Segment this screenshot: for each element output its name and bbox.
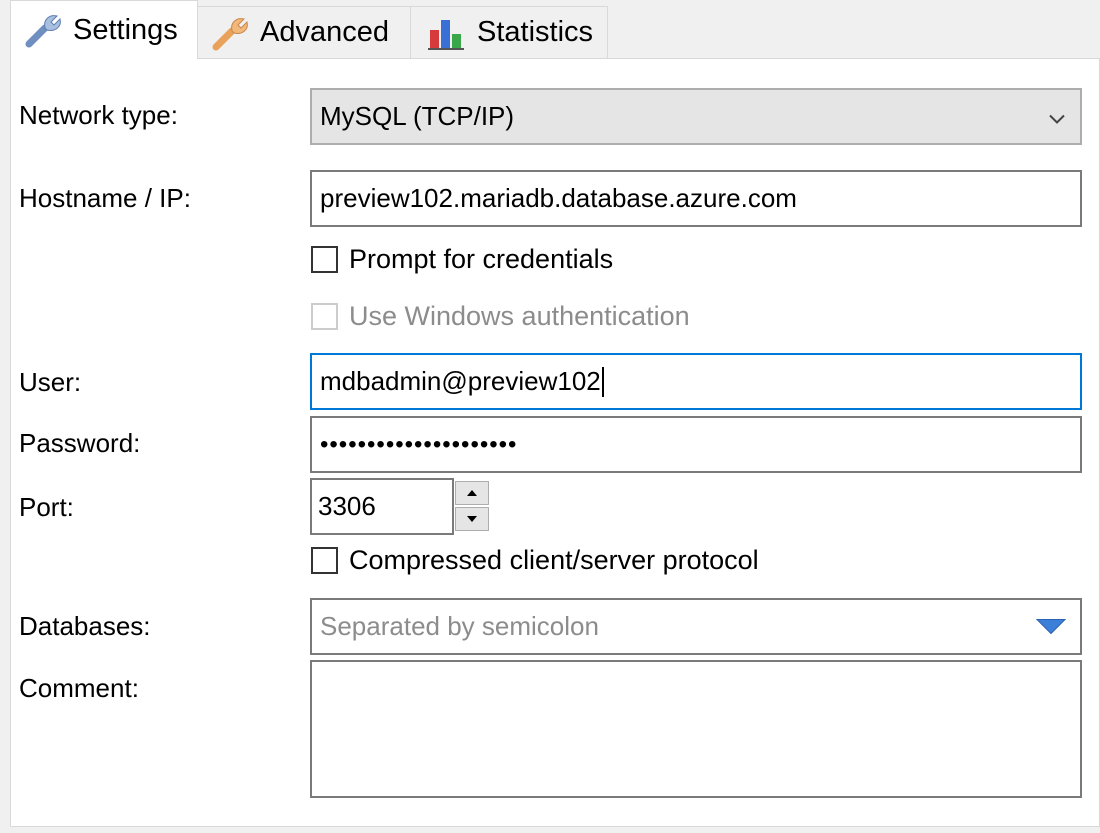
network-type-value: MySQL (TCP/IP) [320,101,515,131]
password-label: Password: [19,428,141,458]
text-caret [601,366,604,397]
bar-chart-icon [425,11,469,55]
password-input[interactable]: ••••••••••••••••••••• [310,416,1082,473]
arrow-up-icon [467,490,477,496]
user-value: mdbadmin@preview102 [320,366,601,396]
compressed-protocol-box[interactable] [311,547,338,574]
port-stepper[interactable] [455,481,489,531]
port-label: Port: [19,492,74,522]
tab-strip: Advanced Statistics Settings [0,0,1100,60]
port-input[interactable]: 3306 [310,478,454,535]
comment-label: Comment: [19,673,139,703]
databases-label: Databases: [19,611,151,641]
prompt-credentials-box[interactable] [311,246,338,273]
databases-placeholder: Separated by semicolon [320,611,599,641]
tab-advanced-label: Advanced [260,16,389,48]
prompt-credentials-checkbox[interactable]: Prompt for credentials [311,244,613,275]
dropdown-arrow-icon[interactable] [1035,611,1067,642]
compressed-protocol-label: Compressed client/server protocol [349,545,759,575]
tab-advanced[interactable]: Advanced [197,6,411,58]
hostname-value: preview102.mariadb.database.azure.com [320,183,797,213]
prompt-credentials-label: Prompt for credentials [349,244,614,274]
network-type-select[interactable]: MySQL (TCP/IP) [310,88,1082,145]
password-value: ••••••••••••••••••••• [320,430,518,458]
tab-statistics-label: Statistics [477,16,594,48]
hostname-input[interactable]: preview102.mariadb.database.azure.com [310,170,1082,227]
chevron-down-icon [1048,101,1066,132]
tab-settings-label: Settings [73,13,178,46]
port-decrement-button[interactable] [455,507,489,531]
wrench-orange-icon [208,11,252,55]
user-input[interactable]: mdbadmin@preview102 [310,353,1082,410]
tab-statistics[interactable]: Statistics [410,6,608,58]
hostname-label: Hostname / IP: [19,183,191,213]
windows-auth-checkbox: Use Windows authentication [311,301,690,332]
databases-input[interactable]: Separated by semicolon [310,598,1082,655]
tab-settings[interactable]: Settings [10,0,198,59]
port-value: 3306 [318,491,376,521]
compressed-protocol-checkbox[interactable]: Compressed client/server protocol [311,545,759,576]
user-label: User: [19,367,82,397]
comment-textarea[interactable] [310,660,1082,798]
network-type-label: Network type: [19,100,178,130]
windows-auth-box [311,303,338,330]
port-increment-button[interactable] [455,481,489,505]
windows-auth-label: Use Windows authentication [349,301,690,331]
wrench-icon [21,8,65,52]
arrow-down-icon [467,516,477,522]
